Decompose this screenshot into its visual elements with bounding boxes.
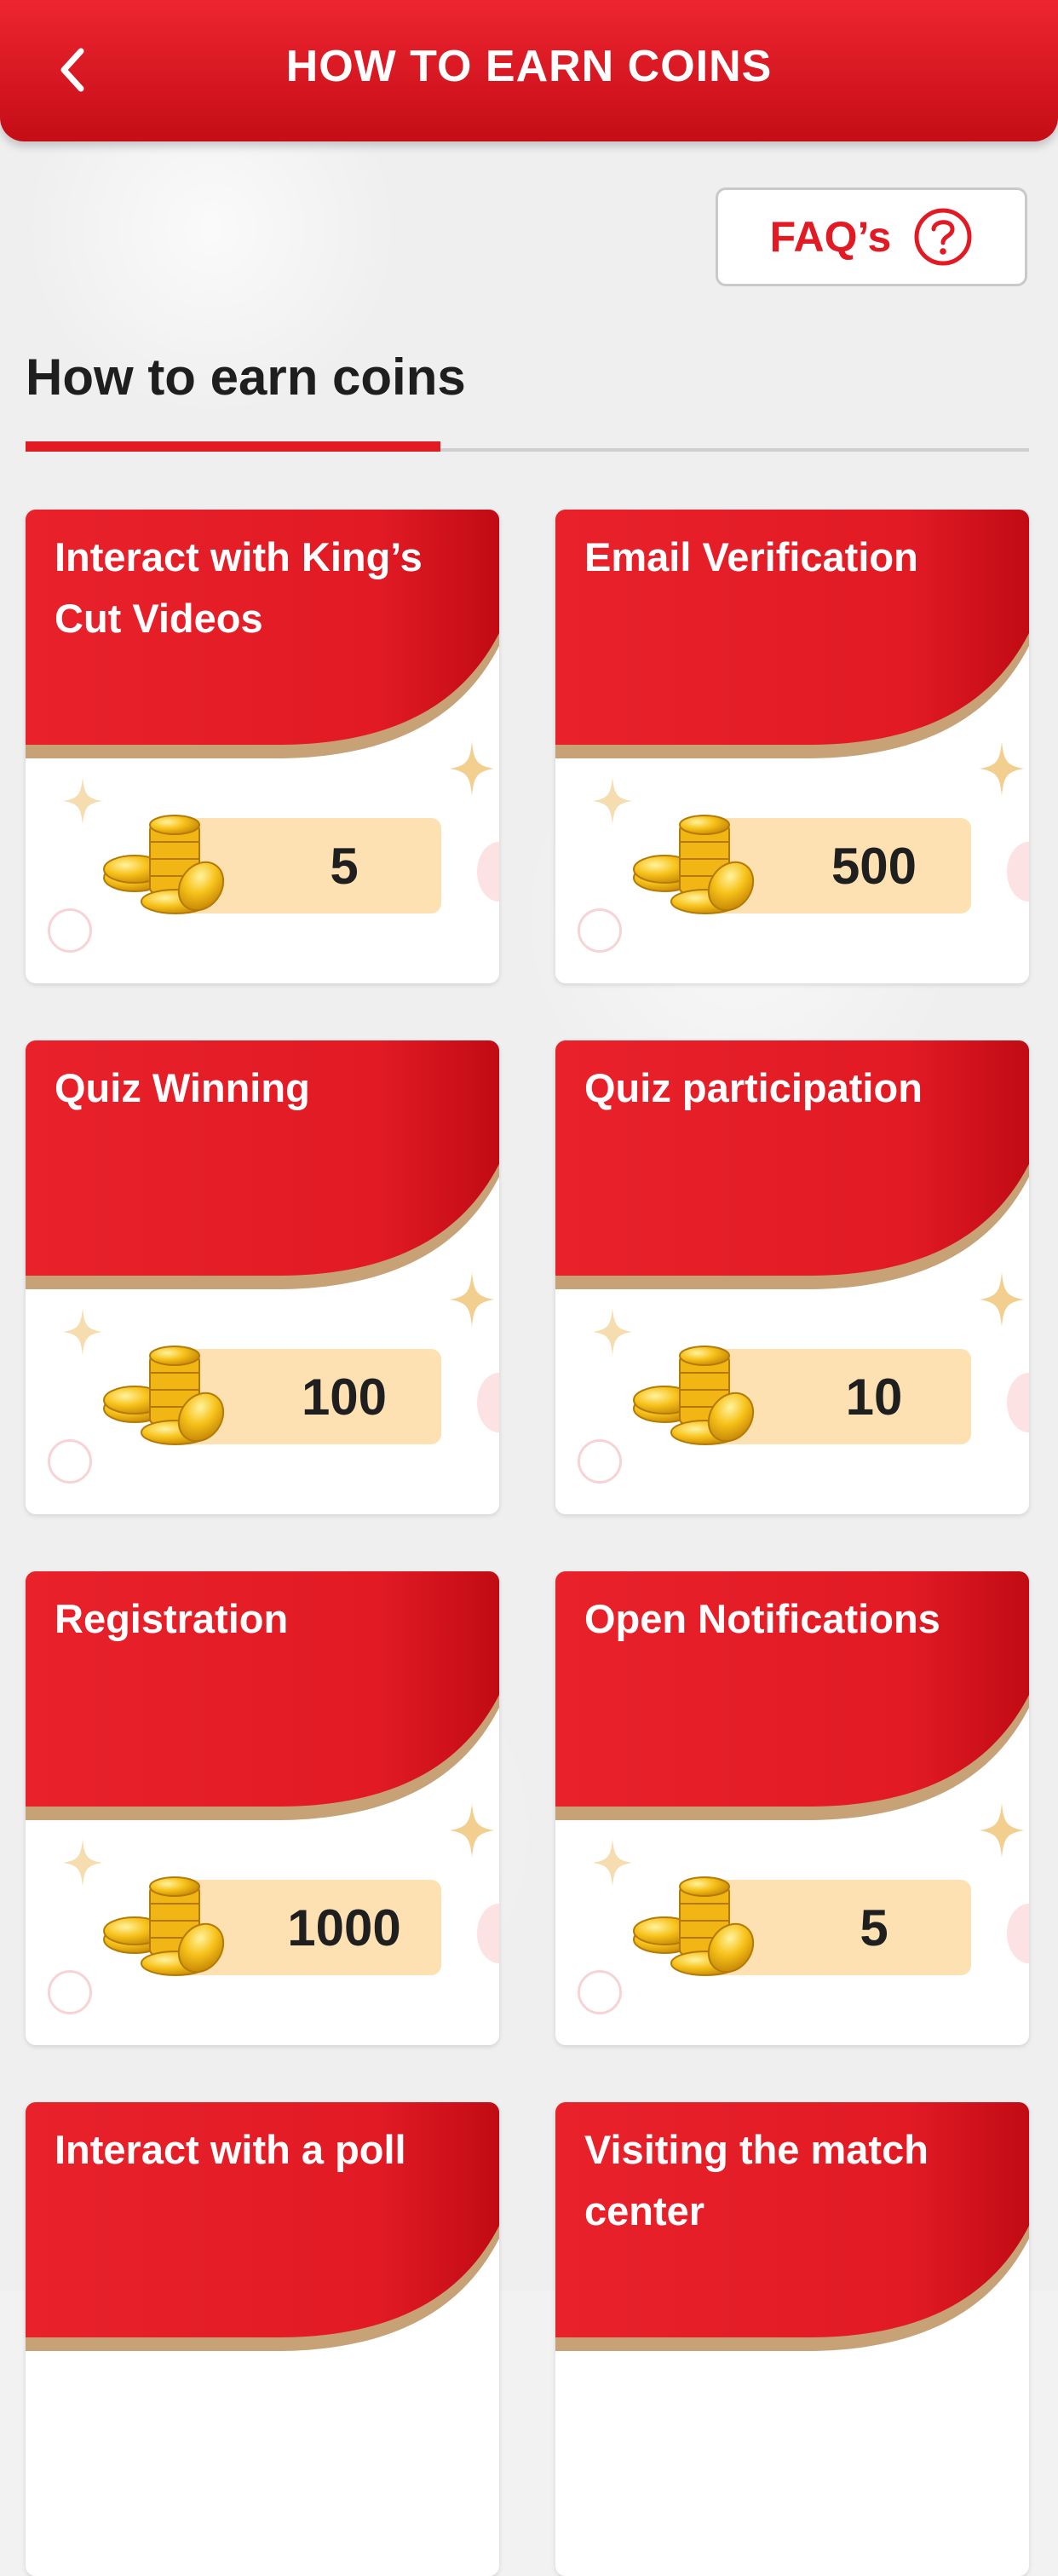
coin-stack-icon xyxy=(103,1346,225,1445)
sparkle-icon xyxy=(63,777,102,825)
sparkle-icon xyxy=(449,1803,495,1858)
decorative-circle xyxy=(48,1970,92,2014)
coin-stack-icon xyxy=(633,1346,755,1445)
earn-card-open-notifications[interactable]: Open Notifications 5 xyxy=(555,1571,1029,2045)
sparkle-icon xyxy=(979,1803,1025,1858)
decorative-circle xyxy=(578,1439,622,1484)
earn-card-match-center[interactable]: Visiting the match center xyxy=(555,2102,1029,2576)
decorative-circle xyxy=(48,1439,92,1484)
coin-value: 5 xyxy=(330,837,359,895)
card-title: Open Notifications xyxy=(584,1596,940,1641)
sparkle-icon xyxy=(593,1308,632,1356)
coin-stack-icon xyxy=(633,815,755,914)
card-title: Registration xyxy=(55,1596,289,1641)
sparkle-icon xyxy=(63,1839,102,1887)
section-underline-active xyxy=(26,441,440,452)
faq-button[interactable]: FAQ’s xyxy=(716,187,1027,286)
earn-card-interact-videos[interactable]: Interact with King’s Cut Videos 5 xyxy=(26,510,499,983)
coin-value: 1000 xyxy=(287,1899,401,1956)
coin-value: 100 xyxy=(301,1368,388,1426)
page-title: HOW TO EARN COINS xyxy=(285,42,773,91)
card-title: Interact with a poll xyxy=(55,2127,406,2172)
card-title: Quiz participation xyxy=(584,1065,923,1110)
card-title: Quiz Winning xyxy=(55,1065,310,1110)
earn-card-quiz-winning[interactable]: Quiz Winning 100 xyxy=(26,1040,499,1514)
decorative-circle xyxy=(578,908,622,953)
sparkle-icon xyxy=(593,1839,632,1887)
earn-card-quiz-participation[interactable]: Quiz participation 10 xyxy=(555,1040,1029,1514)
card-title: Email Verification xyxy=(584,534,918,579)
decorative-circle xyxy=(48,908,92,953)
section-heading: How to earn coins xyxy=(26,349,466,406)
earn-card-email-verification[interactable]: Email Verification 500 xyxy=(555,510,1029,983)
earn-card-interact-poll[interactable]: Interact with a poll xyxy=(26,2102,499,2576)
decorative-circle xyxy=(578,1970,622,2014)
sparkle-icon xyxy=(449,741,495,796)
coin-value: 500 xyxy=(831,837,917,895)
question-circle-icon xyxy=(914,208,972,266)
earn-card-registration[interactable]: Registration 1000 xyxy=(26,1571,499,2045)
coin-stack-icon xyxy=(103,1876,225,1976)
app-header: HOW TO EARN COINS xyxy=(0,0,1058,141)
coin-value: 5 xyxy=(860,1899,888,1956)
coin-value: 10 xyxy=(845,1368,903,1426)
sparkle-icon xyxy=(63,1308,102,1356)
coin-stack-icon xyxy=(103,815,225,914)
coin-stack-icon xyxy=(633,1876,755,1976)
sparkle-icon xyxy=(449,1272,495,1327)
sparkle-icon xyxy=(979,741,1025,796)
card-title: Visiting the match center xyxy=(584,2127,929,2233)
sparkle-icon xyxy=(593,777,632,825)
faq-label: FAQ’s xyxy=(769,213,892,261)
sparkle-icon xyxy=(979,1272,1025,1327)
card-title: Interact with King’s Cut Videos xyxy=(55,534,423,641)
